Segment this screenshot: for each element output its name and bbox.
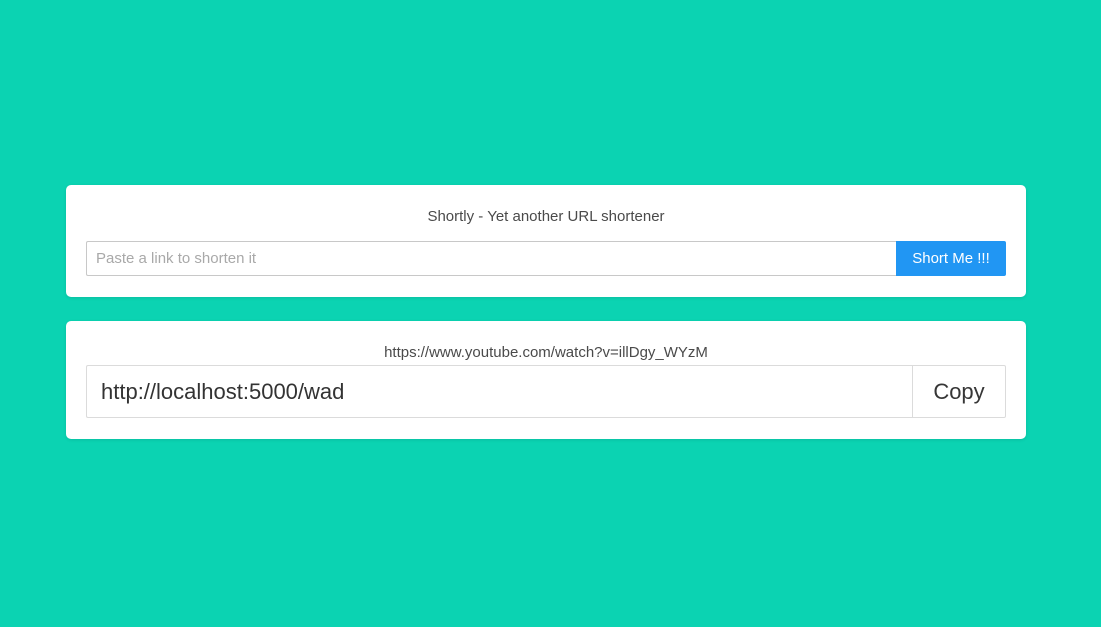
url-input[interactable]	[86, 241, 896, 276]
shortener-card: Shortly - Yet another URL shortener Shor…	[66, 185, 1026, 297]
original-url-text: https://www.youtube.com/watch?v=illDgy_W…	[384, 344, 708, 361]
copy-button[interactable]: Copy	[912, 365, 1006, 418]
shorten-button[interactable]: Short Me !!!	[896, 241, 1006, 276]
app-title: Shortly - Yet another URL shortener	[427, 208, 665, 225]
short-url-field[interactable]	[86, 365, 913, 418]
result-card: https://www.youtube.com/watch?v=illDgy_W…	[66, 321, 1026, 439]
